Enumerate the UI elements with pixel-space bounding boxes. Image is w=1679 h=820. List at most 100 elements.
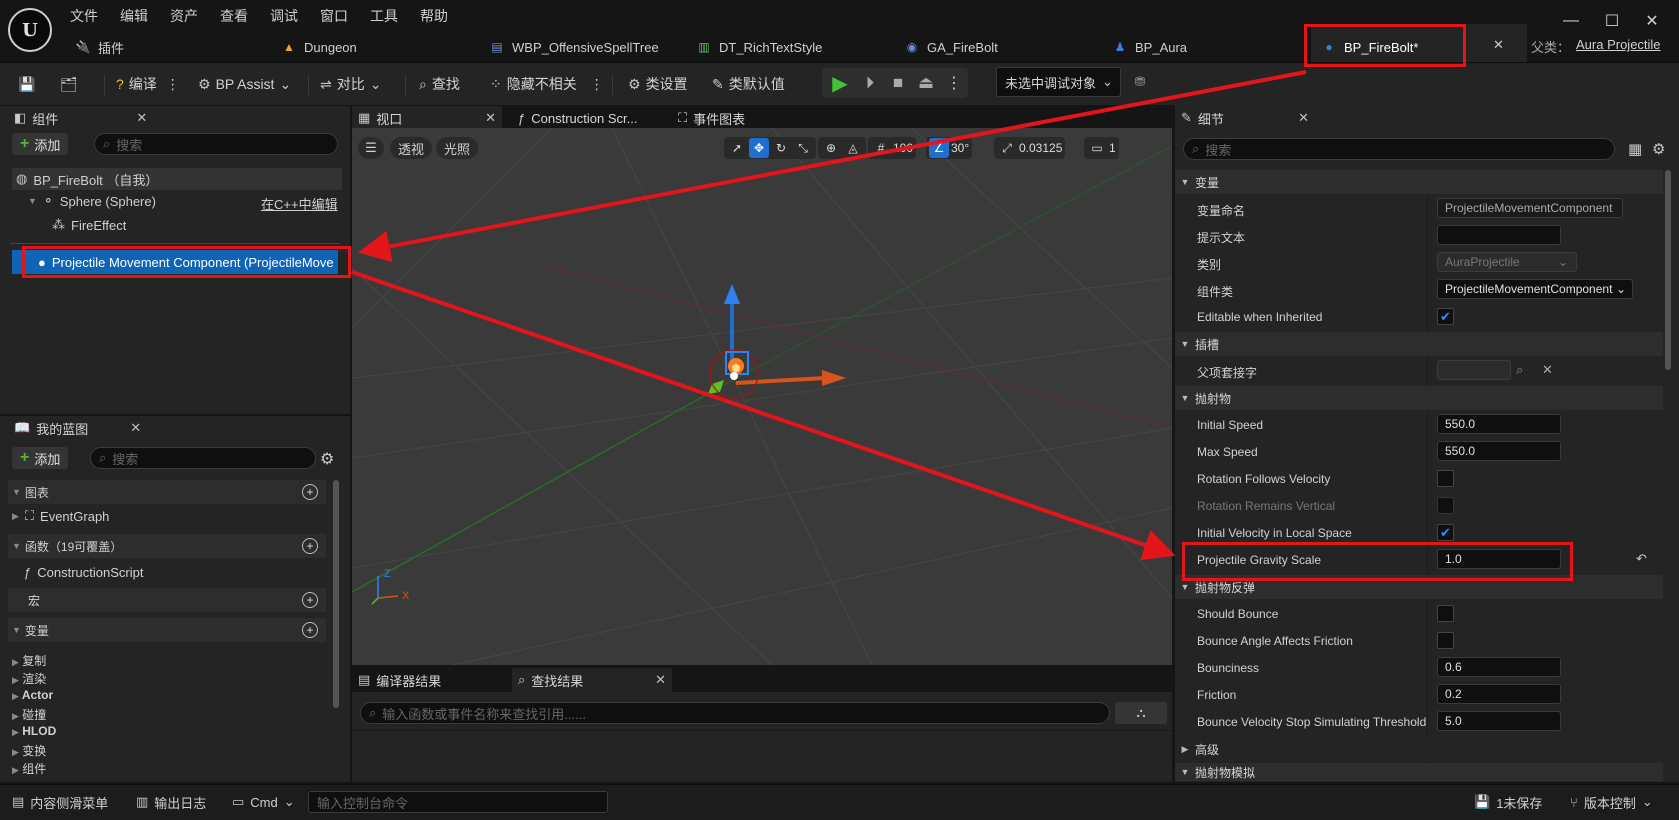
rotate-icon[interactable]: ↻ [771, 138, 791, 158]
property-matrix-icon[interactable]: ▦ [1628, 140, 1642, 158]
output-log-button[interactable]: ▥ 输出日志 [136, 792, 206, 812]
world-space-icon[interactable]: ⊕ [821, 138, 841, 158]
save-icon[interactable]: 💾 [18, 69, 35, 99]
scrollbar[interactable] [1665, 170, 1671, 370]
tab-dungeon[interactable]: ▲ Dungeon [282, 34, 357, 60]
more-vertical-icon[interactable]: ⋮ [166, 76, 180, 93]
bp-assist-button[interactable]: ⚙ BP Assist ⌄ [198, 69, 291, 99]
tab-ga-firebolt[interactable]: ◉ GA_FireBolt [905, 34, 998, 60]
var-group-hlod[interactable]: ▶ HLOD [12, 724, 56, 738]
cmd-dropdown[interactable]: ▭ Cmd ⌄ [232, 792, 295, 812]
add-circle-icon[interactable]: + [302, 484, 318, 500]
var-group-collision[interactable]: ▶ 碰撞 [12, 706, 46, 723]
minimize-icon[interactable]: — [1560, 10, 1582, 32]
viewport-menu-icon[interactable]: ☰ [358, 137, 384, 159]
add-member-button[interactable]: + 添加 [12, 447, 69, 469]
tooltip-field[interactable] [1437, 225, 1561, 245]
browse-icon[interactable]: 🗂 [60, 69, 78, 99]
unreal-logo-icon[interactable]: U [8, 8, 52, 52]
category-macros[interactable]: 宏 + [8, 588, 326, 612]
class-defaults-button[interactable]: ✎ 类默认值 [712, 69, 785, 99]
component-class-dropdown[interactable]: ProjectileMovementComponent ⌄ [1437, 279, 1633, 299]
surface-snap-icon[interactable]: ◬ [843, 138, 863, 158]
parent-class-link[interactable]: Aura Projectile [1576, 37, 1661, 52]
initial-speed-field[interactable]: 550.0 [1437, 414, 1561, 434]
menu-debug[interactable]: 调试 [270, 6, 298, 26]
menu-tools[interactable]: 工具 [370, 6, 398, 26]
parent-socket-field[interactable] [1437, 360, 1511, 380]
section-variable[interactable]: ▼ 变量 [1175, 170, 1663, 194]
var-group-transform[interactable]: ▶ 变换 [12, 742, 46, 759]
select-icon[interactable]: ➚ [727, 138, 747, 158]
bounciness-field[interactable]: 0.6 [1437, 657, 1561, 677]
tab-viewport[interactable]: ▦ 视口 ✕ [352, 106, 502, 130]
var-group-rendering[interactable]: ▶ 渲染 [12, 670, 46, 687]
close-icon[interactable]: ✕ [655, 672, 666, 688]
category-graphs[interactable]: ▼ 图表 + [8, 480, 326, 504]
tab-event-graph[interactable]: ⛶ 事件图表 [672, 106, 751, 130]
components-search-input[interactable]: ⌕ 搜索 [94, 133, 338, 155]
camera-speed[interactable]: ▭ 1 [1084, 137, 1119, 159]
section-advanced[interactable]: ▶ 高级 [1175, 737, 1663, 761]
friction-field[interactable]: 0.2 [1437, 684, 1561, 704]
section-sockets[interactable]: ▼ 插槽 [1175, 332, 1663, 356]
tab-components[interactable]: ◧ 组件 ✕ [8, 106, 154, 130]
var-group-replication[interactable]: ▶ 复制 [12, 652, 46, 669]
more-vertical-icon[interactable]: ⋮ [944, 71, 964, 95]
details-search-input[interactable]: ⌕ 搜索 [1183, 138, 1615, 160]
my-blueprint-search-input[interactable]: ⌕ 搜索 [90, 447, 316, 469]
close-icon[interactable]: ✕ [1298, 110, 1309, 126]
menu-help[interactable]: 帮助 [420, 6, 448, 26]
translate-icon[interactable]: ✥ [749, 138, 769, 158]
content-drawer-button[interactable]: ▤ 内容侧滑菜单 [12, 792, 108, 812]
initial-velocity-local-checkbox[interactable]: ✔ [1437, 524, 1454, 541]
menu-edit[interactable]: 编辑 [120, 6, 148, 26]
component-root[interactable]: ◍ BP_FireBolt （自我） [12, 168, 342, 190]
editable-inherited-checkbox[interactable]: ✔ [1437, 308, 1454, 325]
category-dropdown[interactable]: AuraProjectile ⌄ [1437, 252, 1577, 272]
play-icon[interactable]: ▶ [828, 71, 852, 95]
console-input[interactable]: 输入控制台命令 [308, 791, 608, 813]
edit-in-cpp-link[interactable]: 在C++中编辑 [261, 194, 338, 213]
scale-snap[interactable]: ⤢ 0.03125 [994, 137, 1066, 159]
bounce-threshold-field[interactable]: 5.0 [1437, 711, 1561, 731]
menu-file[interactable]: 文件 [70, 6, 98, 26]
browse-socket-icon[interactable]: ⌕ [1516, 362, 1523, 378]
variable-name-field[interactable]: ProjectileMovementComponent [1437, 198, 1623, 218]
add-circle-icon[interactable]: + [302, 622, 318, 638]
reset-to-default-icon[interactable]: ↶ [1636, 551, 1647, 567]
graph-event-graph[interactable]: ▶ ⛶ EventGraph [12, 508, 109, 524]
category-variables[interactable]: ▼ 变量 + [8, 618, 326, 642]
debug-filter-icon[interactable]: ⛃ [1130, 72, 1150, 92]
close-window-icon[interactable]: ✕ [1641, 10, 1663, 32]
rotation-snap[interactable]: ∠ 30° [926, 137, 973, 159]
step-icon[interactable]: ⏵ [858, 71, 882, 95]
hide-unrelated-button[interactable]: ⁘ 隐藏不相关 ⋮ [490, 69, 604, 99]
source-control-button[interactable]: ⑂ 版本控制 ⌄ [1570, 792, 1653, 812]
grid-snap[interactable]: # 100 [868, 137, 917, 159]
find-references-input[interactable]: ⌕ 输入函数或事件名称来查找引用...... [360, 702, 1110, 724]
menu-view[interactable]: 查看 [220, 6, 248, 26]
gear-icon[interactable]: ⚙ [320, 449, 334, 469]
gear-icon[interactable]: ⚙ [1652, 140, 1665, 158]
find-button[interactable]: ⌕ 查找 [419, 69, 460, 99]
tab-details[interactable]: ✎ 细节 ✕ [1175, 106, 1315, 130]
clear-icon[interactable]: ✕ [1542, 362, 1553, 378]
var-group-actor[interactable]: ▶ Actor [12, 688, 53, 702]
add-circle-icon[interactable]: + [302, 592, 318, 608]
close-icon[interactable]: ✕ [136, 110, 147, 126]
close-icon[interactable]: ✕ [130, 420, 141, 436]
add-circle-icon[interactable]: + [302, 538, 318, 554]
function-construction-script[interactable]: ƒ ConstructionScript [24, 565, 143, 580]
component-fire-effect[interactable]: ⁂ FireEffect [52, 217, 126, 233]
tab-find-results[interactable]: ⌕ 查找结果 ✕ [512, 668, 672, 692]
menu-window[interactable]: 窗口 [320, 6, 348, 26]
maximize-icon[interactable]: ☐ [1601, 10, 1623, 32]
var-group-components[interactable]: ▶ 组件 [12, 760, 46, 777]
class-settings-button[interactable]: ⚙ 类设置 [628, 69, 688, 99]
add-component-button[interactable]: + 添加 [12, 133, 69, 155]
component-sphere[interactable]: ▼ ⚬ Sphere (Sphere) [28, 193, 156, 209]
unsaved-button[interactable]: 💾 1未保存 [1474, 792, 1542, 812]
tab-construction-script[interactable]: ƒ Construction Scr... [512, 106, 643, 130]
stop-icon[interactable]: ■ [886, 71, 910, 95]
